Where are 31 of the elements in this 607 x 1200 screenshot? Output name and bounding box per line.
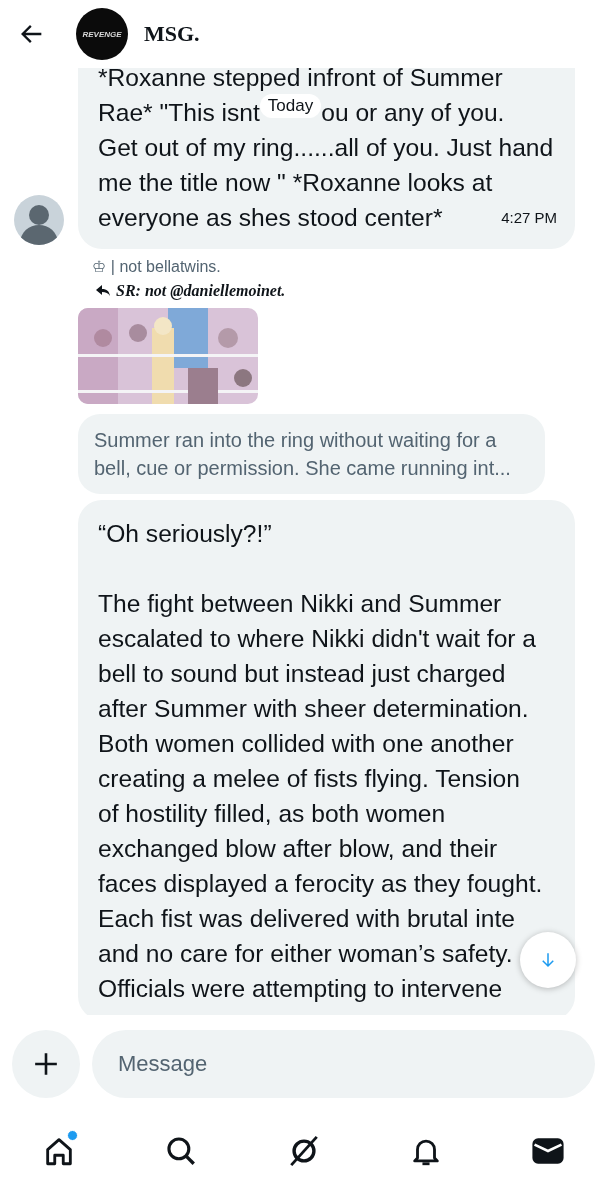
message-text: Each fist was delivered with brutal inte [98,904,515,934]
message-text: The fight between Nikki and Summer [98,589,502,619]
message-time: 4:27 PM [501,208,557,228]
chat-title: MSG. [144,21,200,47]
message-text: exchanged blow after blow, and their [98,834,498,864]
message-text: bell to sound but instead just charged [98,659,506,689]
message-text: everyone as shes stood center* [98,203,443,233]
user-avatar[interactable] [14,195,64,245]
message-text: Get out of my ring......all of you. Just hand [98,133,554,163]
message-text: creating a melee of fists flying. Tension [98,764,520,794]
message-field[interactable]: Message [92,1030,595,1098]
message-text: faces displayed a ferocity as they fought. [98,869,543,899]
message-text: me the title now " *Roxanne looks at [98,168,493,198]
message-text: of hostility filled, as both women [98,799,446,829]
reply-icon [96,285,110,297]
profile-avatar[interactable]: REVENGE [76,8,128,60]
message-text: Both women collided with one another [98,729,514,759]
message-text: Officials were attempting to intervene [98,974,503,1004]
quoted-message[interactable]: Summer ran into the ring without waiting for a bell, cue or permission. She came running int... [78,414,545,494]
message-text: escalated to where Nikki didn't wait for a [98,624,537,654]
plus-icon [33,1051,59,1077]
message-text: after Summer with sheer determination. [98,694,529,724]
message-text: Rae* "This isnt [98,98,260,128]
message-text: *Roxanne stepped infront of Summer [98,68,503,93]
date-label: Today [259,93,322,118]
reply-label: SR: not @daniellemoinet. [116,282,286,300]
message-text: “Oh seriously?!” [98,519,272,549]
message-text: ou or any of you. [321,98,505,128]
sender-name: ♔ | not bellatwins. [92,257,222,276]
arrow-down-icon [539,951,557,969]
message-text: and no care for either woman’s safety. [98,939,513,969]
